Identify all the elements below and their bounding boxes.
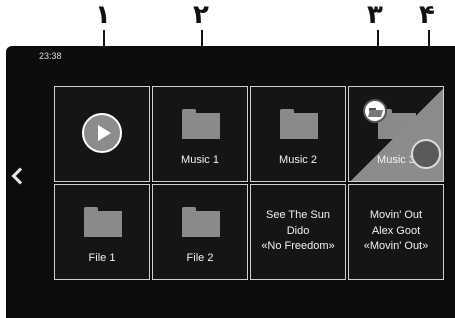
folder-tile-music-1[interactable]: Music 1 [152,86,248,182]
track-tile-see-the-sun[interactable]: See The Sun Dido «No Freedom» [250,184,346,280]
folder-label: Music 2 [279,154,317,166]
track-album: «Movin' Out» [363,240,429,252]
play-tile[interactable] [54,86,150,182]
track-title: Movin' Out [369,209,423,221]
track-tile-movin-out[interactable]: Movin' Out Alex Goot «Movin' Out» [348,184,444,280]
track-artist: Alex Goot [371,225,421,237]
folder-icon [280,109,318,139]
folder-tile-file-2[interactable]: File 2 [152,184,248,280]
folder-label: File 1 [88,252,116,264]
folder-icon [182,109,220,139]
folder-label: Music 1 [181,154,219,166]
folder-tile-music-3[interactable]: Music 3 [348,86,444,182]
folder-tile-music-2[interactable]: Music 2 [250,86,346,182]
folder-label: File 2 [186,252,214,264]
callout-label-4: ۴ [419,0,435,30]
play-icon[interactable] [82,113,122,153]
track-album: «No Freedom» [261,240,335,252]
callout-label-2: ٢ [193,0,209,30]
folder-icon [182,207,220,237]
folder-icon [84,207,122,237]
track-artist: Dido [286,225,310,237]
track-title: See The Sun [265,209,330,221]
drag-handle[interactable] [411,139,441,169]
folder-open-icon[interactable] [363,99,387,123]
callout-label-1: ١ [95,0,111,30]
callout-label-3: ٣ [367,0,383,30]
folder-tile-file-1[interactable]: File 1 [54,184,150,280]
clock: 23:38 [39,51,62,61]
